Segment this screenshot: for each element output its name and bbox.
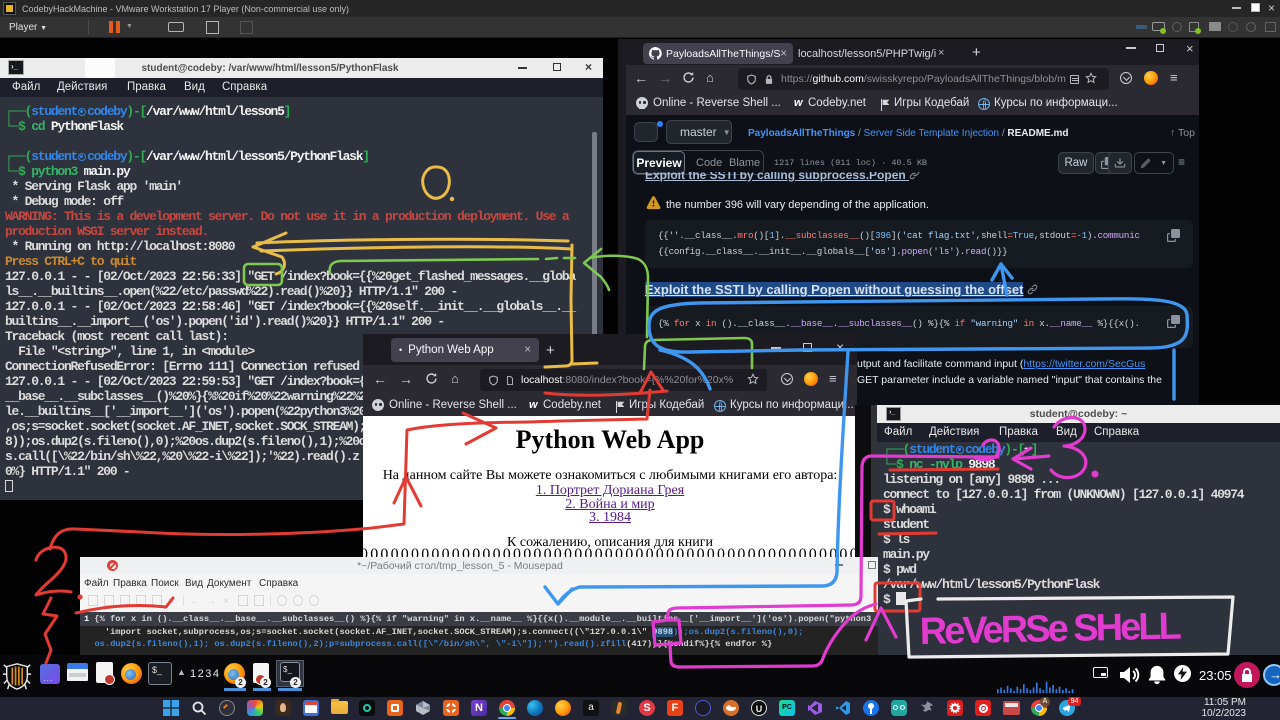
svg-text:ReVeRSe SHeLL: ReVeRSe SHeLL	[919, 606, 1182, 653]
